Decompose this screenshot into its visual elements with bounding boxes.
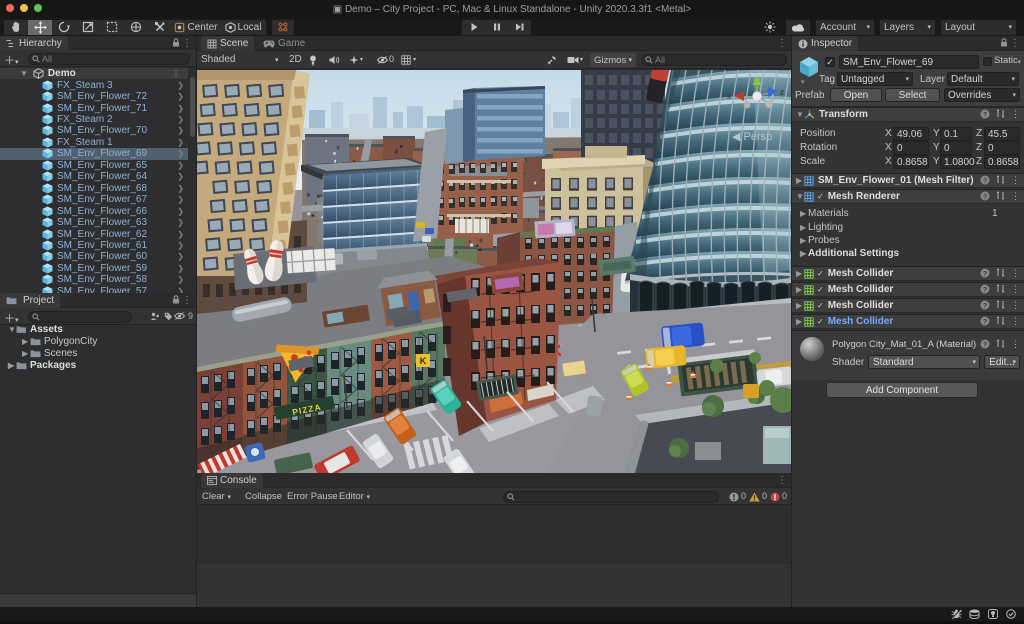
svg-text:?: ? [983,193,987,200]
svg-text:?: ? [983,270,987,277]
svg-text:z: z [780,88,784,97]
svg-text:x: x [727,92,731,101]
svg-text:?: ? [983,111,987,118]
svg-text:K: K [420,356,427,366]
svg-text:?: ? [983,341,987,348]
svg-text:?: ? [983,286,987,293]
svg-text:?: ? [983,177,987,184]
svg-text:?: ? [983,302,987,309]
svg-text:?: ? [983,318,987,325]
svg-text:◀ Persp: ◀ Persp [732,131,772,143]
